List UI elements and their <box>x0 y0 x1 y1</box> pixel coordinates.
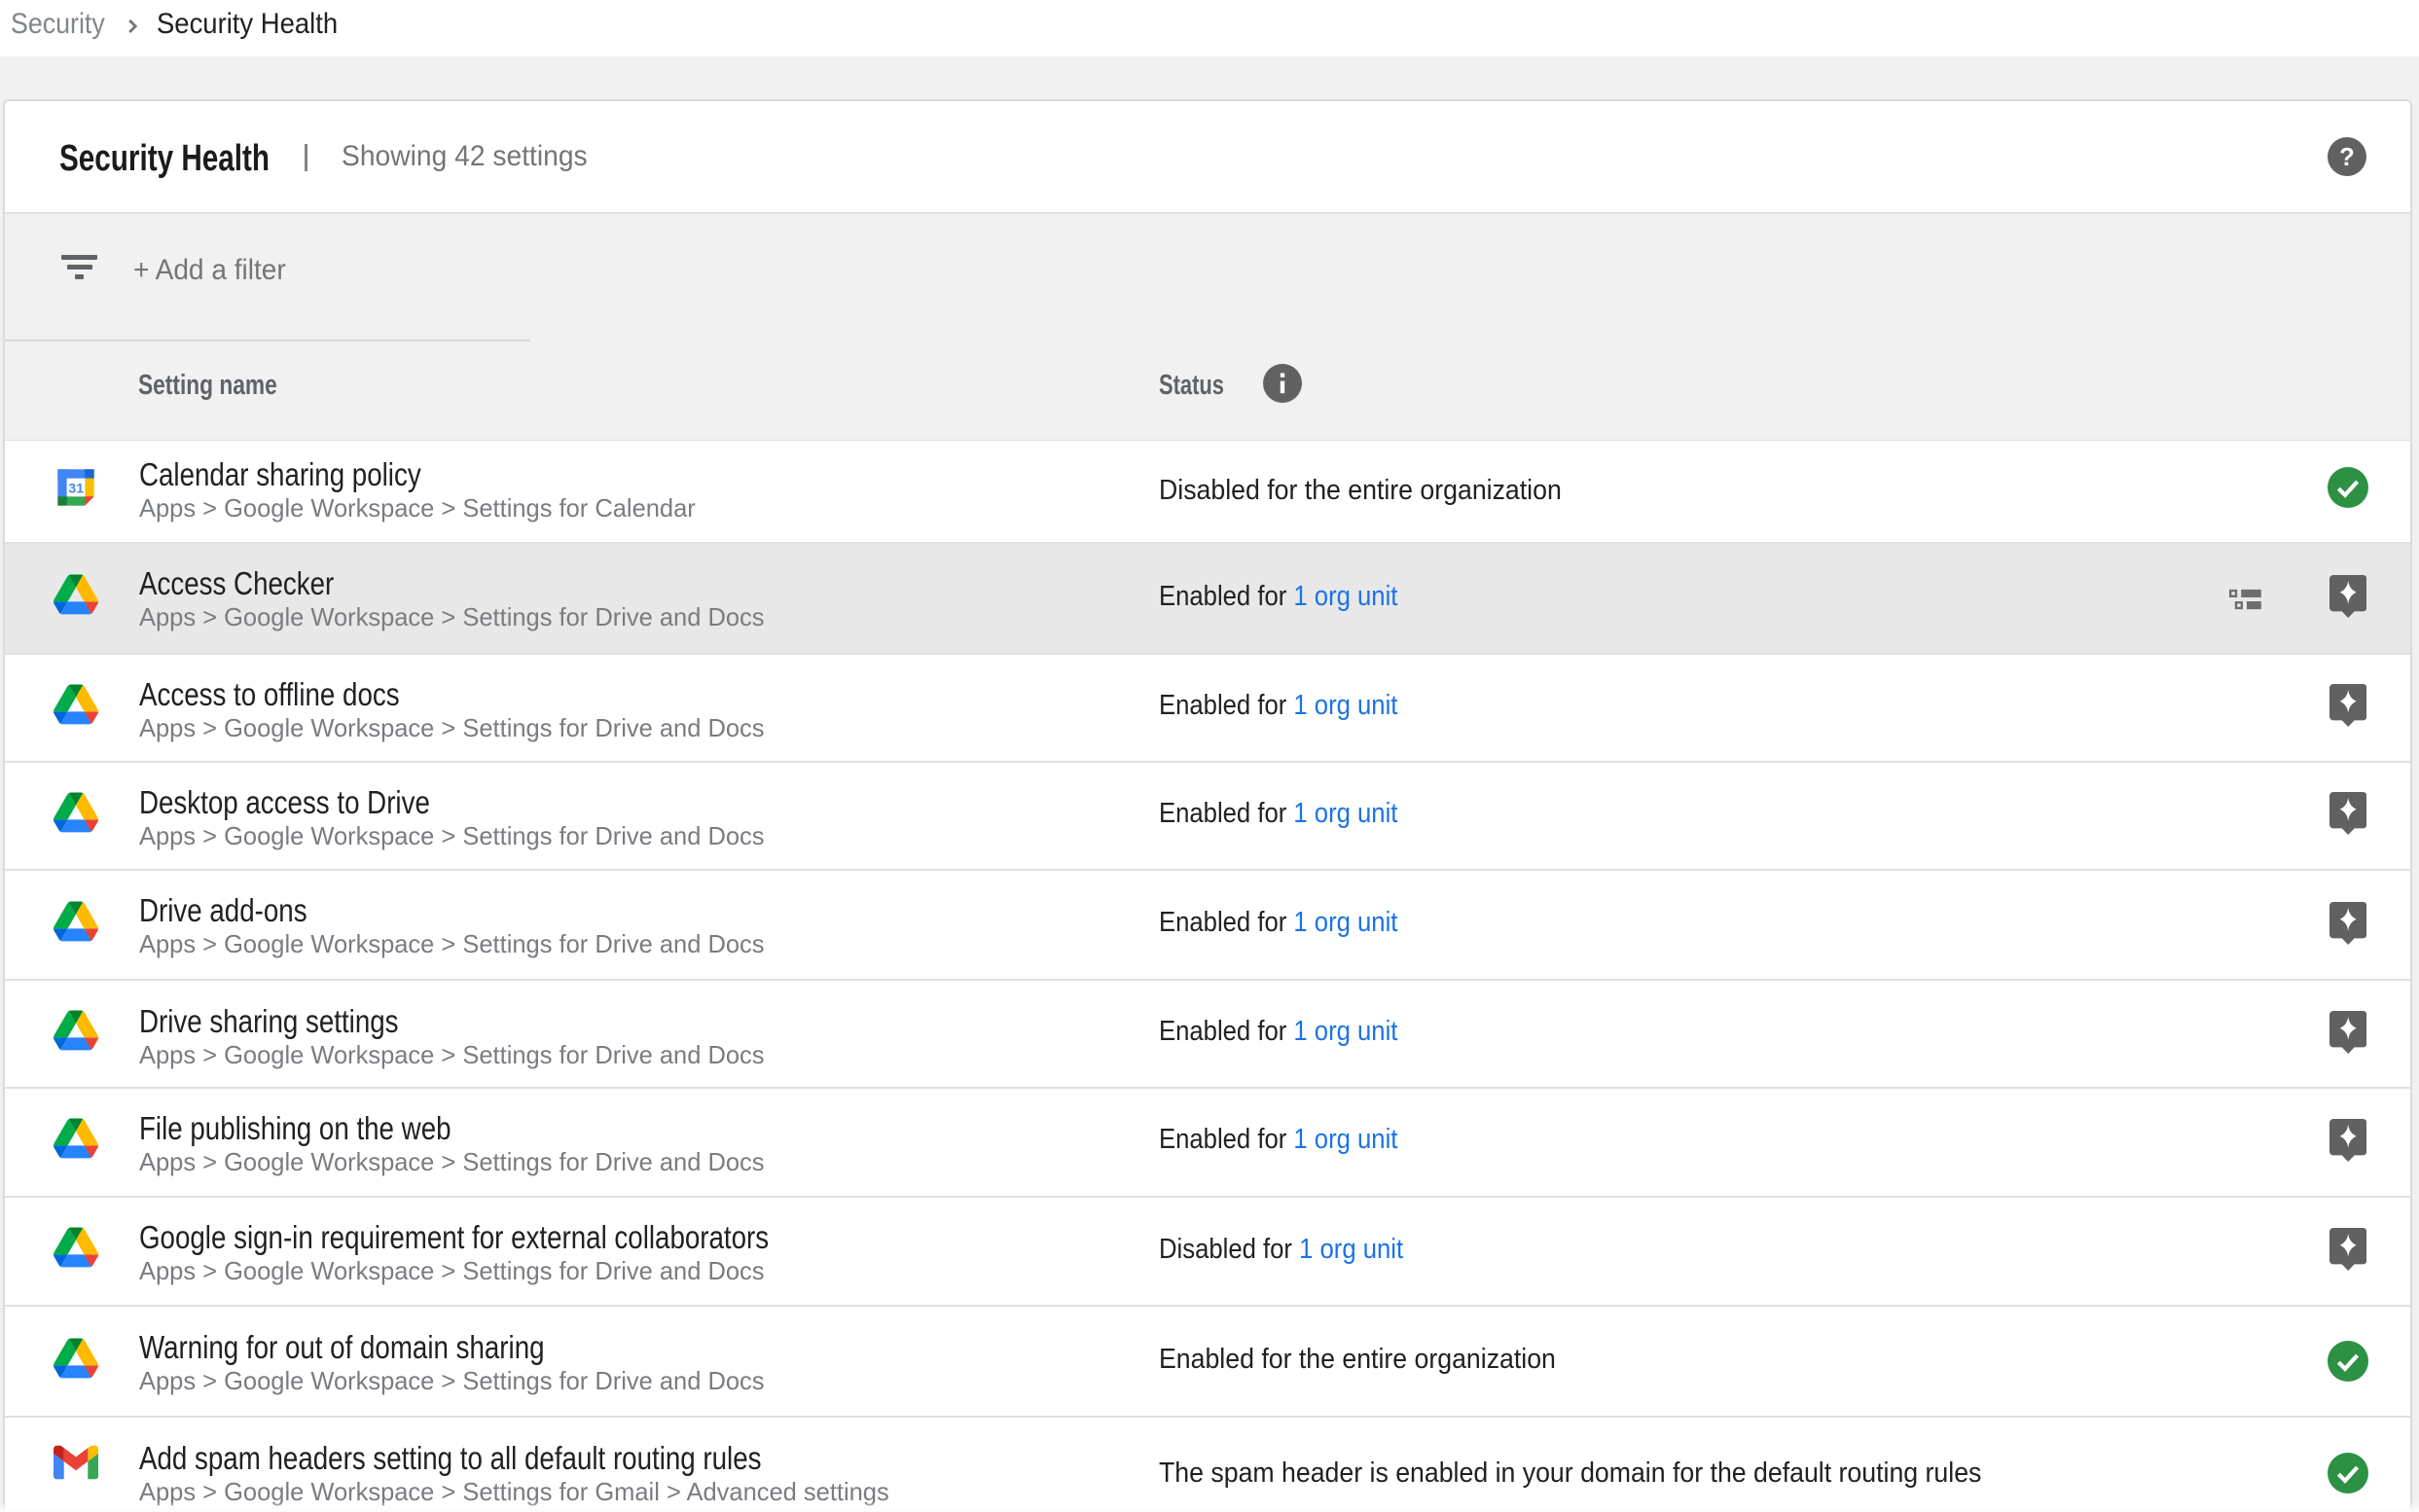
svg-text:31: 31 <box>68 480 84 495</box>
svg-text:?: ? <box>2339 144 2355 171</box>
